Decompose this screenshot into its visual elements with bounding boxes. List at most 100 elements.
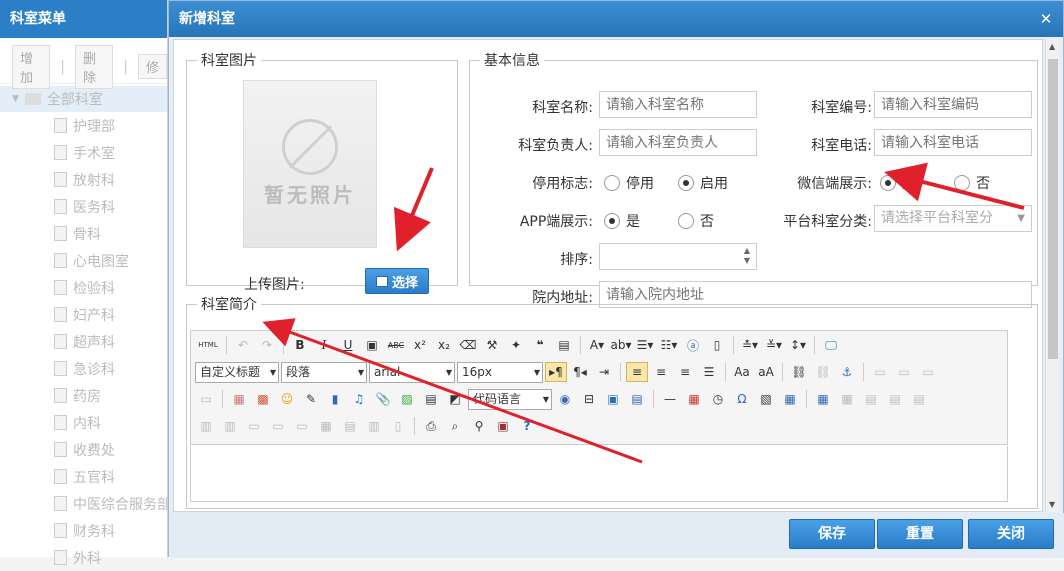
drafts-icon[interactable]: ▣ — [492, 416, 514, 436]
subscript-icon[interactable]: x₂ — [433, 335, 455, 355]
tree-item[interactable]: 急诊科 — [0, 355, 167, 382]
row-spacing-bottom-icon[interactable]: ≚▾ — [763, 335, 785, 355]
paragraph-select[interactable]: 段落 ▼ — [281, 361, 367, 383]
unordered-list-icon[interactable]: ☷▾ — [658, 335, 680, 355]
tree-item[interactable]: 财务科 — [0, 517, 167, 544]
link-icon[interactable]: ⛓ — [788, 362, 810, 382]
date-icon[interactable]: ▦ — [683, 389, 705, 409]
tree-item[interactable]: 外科 — [0, 544, 167, 571]
tree-item[interactable]: 五官科 — [0, 463, 167, 490]
horizontal-rule-icon[interactable]: — — [659, 389, 681, 409]
edit-button[interactable]: 修 — [137, 54, 167, 79]
chart-icon[interactable]: ▯ — [387, 416, 409, 436]
wechat-yes-radio[interactable]: 是 — [880, 173, 916, 193]
print-icon[interactable]: ⎙ — [420, 416, 442, 436]
to-uppercase-icon[interactable]: Aa — [731, 362, 753, 382]
search-replace-icon[interactable]: ▦ — [779, 389, 801, 409]
delete-col-icon[interactable]: ▥ — [219, 416, 241, 436]
radio-icon[interactable] — [954, 175, 970, 191]
bold-icon[interactable]: B — [289, 335, 311, 355]
font-family-select[interactable]: arial ▼ — [369, 361, 455, 383]
image-none-icon[interactable]: ▭ — [869, 362, 891, 382]
tree-item[interactable]: 放射科 — [0, 166, 167, 193]
special-chars-icon[interactable]: Ω — [731, 389, 753, 409]
delete-button[interactable]: 删除 — [74, 44, 114, 89]
tree-item[interactable]: 心电图室 — [0, 247, 167, 274]
image-left-icon[interactable]: ▭ — [893, 362, 915, 382]
merge-right-icon[interactable]: ▭ — [267, 416, 289, 436]
select-all-icon[interactable]: ⓐ — [682, 335, 704, 355]
select-image-button[interactable]: 选择 — [365, 268, 429, 294]
simple-upload-icon[interactable]: ▦ — [228, 389, 250, 409]
delete-table-icon[interactable]: ▦ — [836, 389, 858, 409]
font-color-icon[interactable]: A▾ — [586, 335, 608, 355]
radio-checked-icon[interactable] — [604, 213, 620, 229]
clear-doc-icon[interactable]: ▯ — [706, 335, 728, 355]
image-center-icon[interactable]: ▭ — [195, 389, 217, 409]
align-justify-icon[interactable]: ☰ — [698, 362, 720, 382]
align-left-icon[interactable]: ≡ — [626, 362, 648, 382]
dept-head-input[interactable] — [599, 129, 757, 156]
page-break-icon[interactable]: ⊟ — [578, 389, 600, 409]
indent-icon[interactable]: ⇥ — [593, 362, 615, 382]
editor-content-area[interactable] — [190, 446, 1008, 502]
app-yes-radio[interactable]: 是 — [604, 211, 640, 231]
image-right-icon[interactable]: ▭ — [917, 362, 939, 382]
auto-format-icon[interactable]: ✦ — [505, 335, 527, 355]
music-icon[interactable]: ♫ — [348, 389, 370, 409]
tree-item[interactable]: 骨科 — [0, 220, 167, 247]
dialog-vertical-scrollbar[interactable]: ▲ ▼ — [1045, 39, 1059, 512]
app-no-radio[interactable]: 否 — [678, 211, 714, 231]
radio-icon[interactable] — [678, 213, 694, 229]
insert-image-icon[interactable]: ▩ — [252, 389, 274, 409]
rtl-direction-icon[interactable]: ¶◂ — [569, 362, 591, 382]
dept-code-input[interactable] — [874, 91, 1032, 118]
web-app-icon[interactable]: ◉ — [554, 389, 576, 409]
row-spacing-top-icon[interactable]: ≛▾ — [739, 335, 761, 355]
font-border-icon[interactable]: ▣ — [361, 335, 383, 355]
scroll-up-icon[interactable]: ▲ — [1049, 42, 1055, 51]
split-to-cols-icon[interactable]: ▥ — [363, 416, 385, 436]
help-icon[interactable]: ? — [516, 416, 538, 436]
html-source-icon[interactable]: HTML — [195, 335, 221, 355]
gmap-icon[interactable]: ▤ — [420, 389, 442, 409]
superscript-icon[interactable]: x² — [409, 335, 431, 355]
eraser-icon[interactable]: ⌫ — [457, 335, 479, 355]
underline-icon[interactable]: U — [337, 335, 359, 355]
delete-row-icon[interactable]: ▤ — [908, 389, 930, 409]
spinner-arrows-icon[interactable]: ▲ ▼ — [744, 246, 750, 266]
order-spinner-input[interactable]: ▲ ▼ — [599, 243, 757, 270]
tree-item[interactable]: 超声科 — [0, 328, 167, 355]
tree-item[interactable]: 妇产科 — [0, 301, 167, 328]
dept-name-input[interactable] — [599, 91, 757, 118]
anchor-icon[interactable]: ⚓ — [836, 362, 858, 382]
format-brush-icon[interactable]: ⚒ — [481, 335, 503, 355]
to-lowercase-icon[interactable]: aA — [755, 362, 777, 382]
wechat-no-radio[interactable]: 否 — [954, 173, 990, 193]
template-icon[interactable]: ▣ — [602, 389, 624, 409]
insert-frame-icon[interactable]: ◩ — [444, 389, 466, 409]
tree-item[interactable]: 手术室 — [0, 139, 167, 166]
time-icon[interactable]: ◷ — [707, 389, 729, 409]
reset-button[interactable]: 重置 — [877, 519, 963, 549]
align-right-icon[interactable]: ≡ — [674, 362, 696, 382]
preview-zoom-icon[interactable]: ⌕ — [444, 416, 466, 436]
unlink-icon[interactable]: ⛓ — [812, 362, 834, 382]
background-icon[interactable]: ▤ — [626, 389, 648, 409]
tree-item[interactable]: 内科 — [0, 409, 167, 436]
ordered-list-icon[interactable]: ☰▾ — [634, 335, 656, 355]
radio-checked-icon[interactable] — [678, 175, 694, 191]
attachment-icon[interactable]: 📎 — [372, 389, 394, 409]
tree-item[interactable]: 收费处 — [0, 436, 167, 463]
blockquote-icon[interactable]: ❝ — [529, 335, 551, 355]
radio-icon[interactable] — [604, 175, 620, 191]
close-icon[interactable]: ✕ — [1037, 10, 1055, 28]
scrawl-icon[interactable]: ✎ — [300, 389, 322, 409]
dept-phone-input[interactable] — [874, 129, 1032, 156]
insert-video-icon[interactable]: ▮ — [324, 389, 346, 409]
insert-col-icon[interactable]: ▥ — [195, 416, 217, 436]
line-height-icon[interactable]: ↕▾ — [787, 335, 809, 355]
enable-radio[interactable]: 启用 — [678, 173, 728, 193]
paste-plain-icon[interactable]: ▤ — [553, 335, 575, 355]
insert-row-icon[interactable]: ▤ — [884, 389, 906, 409]
